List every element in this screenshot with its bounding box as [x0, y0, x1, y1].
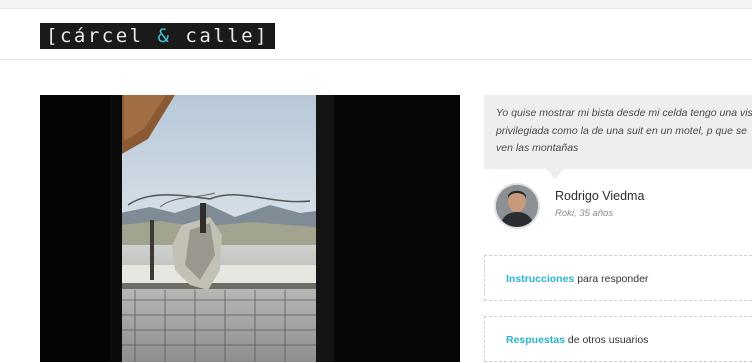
- testimonial-quote: Yo quise mostrar mi bista desde mi celda…: [496, 107, 752, 154]
- responses-box[interactable]: Respuestas de otros usuarios: [484, 316, 752, 362]
- logo-text-right: calle]: [171, 25, 270, 47]
- instructions-link[interactable]: Instrucciones: [506, 273, 574, 285]
- logo-text-left: [cárcel: [46, 25, 158, 47]
- main-photo: [40, 95, 460, 362]
- site-logo[interactable]: [cárcel & calle]: [40, 23, 276, 49]
- responses-text: de otros usuarios: [564, 334, 649, 346]
- site-header: [cárcel & calle]: [0, 9, 752, 60]
- logo-ampersand: &: [157, 25, 172, 47]
- avatar: [494, 183, 540, 229]
- responses-link[interactable]: Respuestas: [506, 334, 565, 346]
- top-strip: [0, 0, 752, 9]
- author-name[interactable]: Rodrigo Viedma: [555, 189, 644, 203]
- instructions-box[interactable]: Instrucciones para responder: [484, 255, 752, 301]
- author-meta: Roki, 35 años: [555, 208, 614, 219]
- instructions-text: para responder: [574, 273, 649, 285]
- testimonial-quote-box: Yo quise mostrar mi bista desde mi celda…: [484, 95, 752, 169]
- quote-tail: [546, 169, 564, 179]
